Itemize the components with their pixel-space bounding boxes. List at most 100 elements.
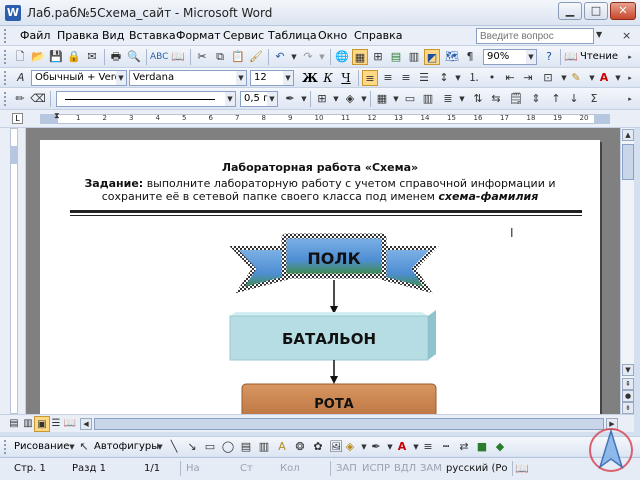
- autosum-icon[interactable]: Σ: [586, 91, 602, 107]
- align-left-icon[interactable]: ≡: [362, 70, 378, 86]
- zoom-select[interactable]: 90% ▼: [483, 49, 537, 65]
- zoom-dropdown-icon[interactable]: ▼: [526, 50, 536, 64]
- browse-object-button[interactable]: ●: [622, 390, 634, 402]
- show-formatting-icon[interactable]: ¶: [462, 49, 478, 65]
- document-area[interactable]: Лабораторная работа «Схема» Задание: вып…: [26, 128, 620, 414]
- numbering-icon[interactable]: ⒈: [466, 70, 482, 86]
- horizontal-ruler[interactable]: L ⧗ 1 2 3 4 5 6 7 8 9 10 11 12 13 14 15 16 17 18 19 20: [0, 110, 640, 128]
- menu-help[interactable]: Справка: [354, 29, 402, 42]
- indent-marker-icon[interactable]: ⧗: [54, 111, 60, 121]
- reading-view-icon[interactable]: 📖: [62, 416, 78, 432]
- underline-button[interactable]: Ч: [338, 70, 354, 86]
- drawing-menu-button[interactable]: Рисование: [14, 441, 69, 452]
- help-icon[interactable]: ?: [541, 49, 557, 65]
- line-tool-icon[interactable]: ╲: [166, 439, 182, 455]
- align-center-icon[interactable]: ≡: [380, 70, 396, 86]
- font-select[interactable]: Verdana ▼: [129, 70, 247, 86]
- line-weight-dropdown-icon[interactable]: ▼: [267, 92, 277, 106]
- shadow-style-icon[interactable]: ■: [474, 439, 490, 455]
- table-autoformat-icon[interactable]: 🗒: [508, 91, 524, 107]
- font-dropdown-icon[interactable]: ▼: [236, 71, 246, 85]
- document-map-icon[interactable]: 🗺: [444, 49, 460, 65]
- menu-grip[interactable]: [4, 29, 7, 43]
- hyperlink-icon[interactable]: 🌐: [334, 49, 350, 65]
- tab-selector[interactable]: L: [12, 113, 23, 124]
- toolbar-options-icon[interactable]: ▸: [622, 49, 638, 65]
- draw-table-icon[interactable]: ✏: [12, 91, 28, 107]
- open-folder-icon[interactable]: 📂: [30, 49, 46, 65]
- research-icon[interactable]: 📖: [170, 49, 186, 65]
- vertical-scrollbar[interactable]: ▲ ▼ ⇞ ● ⇟: [620, 128, 634, 414]
- italic-button[interactable]: К: [320, 70, 336, 86]
- spelling-icon[interactable]: ABC: [150, 49, 168, 65]
- close-window-button[interactable]: ✕: [610, 2, 636, 20]
- distribute-rows-icon[interactable]: ⇅: [470, 91, 486, 107]
- record-macro-indicator[interactable]: ЗАП: [336, 463, 357, 474]
- overtype-indicator[interactable]: ЗАМ: [420, 463, 442, 474]
- track-changes-indicator[interactable]: ИСПР: [362, 463, 390, 474]
- email-icon[interactable]: ✉: [84, 49, 100, 65]
- menu-insert[interactable]: Вставка: [129, 29, 176, 42]
- close-document-button[interactable]: ×: [622, 29, 631, 42]
- distribute-columns-icon[interactable]: ⇆: [488, 91, 504, 107]
- menu-table[interactable]: Таблица: [268, 29, 317, 42]
- align-cell-dropdown-icon[interactable]: ▼: [454, 91, 470, 107]
- arrow-style-icon[interactable]: ⇄: [456, 439, 472, 455]
- formatting-options-icon[interactable]: ▸: [622, 70, 638, 86]
- word-app-icon[interactable]: W: [5, 5, 21, 21]
- new-document-icon[interactable]: 🗋: [12, 49, 28, 65]
- scroll-left-button[interactable]: ◀: [80, 418, 92, 430]
- previous-page-button[interactable]: ⇞: [622, 378, 634, 390]
- menu-edit[interactable]: Правка: [57, 29, 99, 42]
- formatting-toolbar-grip[interactable]: [4, 71, 7, 85]
- horizontal-scrollbar[interactable]: ▤ ▥ ▣ ☰ 📖 ◀ ▶: [0, 414, 634, 432]
- ask-question-input[interactable]: [476, 28, 594, 44]
- eraser-icon[interactable]: ⌫: [30, 91, 46, 107]
- minimize-button[interactable]: ▁: [558, 2, 582, 20]
- maximize-button[interactable]: □: [584, 2, 608, 20]
- dash-style-icon[interactable]: ┅: [438, 439, 454, 455]
- scroll-up-button[interactable]: ▲: [622, 129, 634, 141]
- insert-excel-icon[interactable]: ▤: [388, 49, 404, 65]
- save-icon[interactable]: 💾: [48, 49, 64, 65]
- drawing-toolbar-grip[interactable]: [4, 440, 7, 454]
- diagram-icon[interactable]: ❂: [292, 439, 308, 455]
- format-painter-icon[interactable]: 🖌: [248, 49, 264, 65]
- font-size-dropdown-icon[interactable]: ▼: [283, 71, 293, 85]
- text-direction-icon[interactable]: ⇕: [528, 91, 544, 107]
- highlight-icon[interactable]: ✎: [568, 70, 584, 86]
- rectangle-tool-icon[interactable]: ▭: [202, 439, 218, 455]
- 3d-style-icon[interactable]: ◆: [492, 439, 508, 455]
- vertical-textbox-icon[interactable]: ▥: [256, 439, 272, 455]
- print-preview-icon[interactable]: 🔍: [126, 49, 142, 65]
- menu-window[interactable]: Окно: [318, 29, 347, 42]
- menu-tools[interactable]: Сервис: [223, 29, 264, 42]
- drawing-toolbar-icon[interactable]: ◩: [424, 49, 440, 65]
- line-spacing-dropdown-icon[interactable]: ▼: [450, 70, 466, 86]
- styles-pane-icon[interactable]: 𝐴: [12, 70, 28, 86]
- line-weight-select[interactable]: 0,5 п ▼: [240, 91, 278, 107]
- vertical-ruler[interactable]: [0, 128, 26, 414]
- style-dropdown-icon[interactable]: ▼: [116, 71, 126, 85]
- decrease-indent-icon[interactable]: ⇤: [502, 70, 518, 86]
- split-cells-icon[interactable]: ▥: [420, 91, 436, 107]
- oval-tool-icon[interactable]: ◯: [220, 439, 236, 455]
- insert-table-icon[interactable]: ⊞: [370, 49, 386, 65]
- scroll-down-button[interactable]: ▼: [622, 364, 634, 376]
- tables-toolbar-grip[interactable]: [4, 92, 7, 106]
- bullets-icon[interactable]: •: [484, 70, 500, 86]
- increase-indent-icon[interactable]: ⇥: [520, 70, 536, 86]
- menu-view[interactable]: Вид: [102, 29, 124, 42]
- bold-button[interactable]: Ж: [302, 70, 318, 86]
- spelling-status-icon[interactable]: 📖: [514, 461, 530, 477]
- wordart-icon[interactable]: A: [274, 439, 290, 455]
- next-page-button[interactable]: ⇟: [622, 402, 634, 414]
- merge-cells-icon[interactable]: ▭: [402, 91, 418, 107]
- sort-descending-icon[interactable]: ↓: [566, 91, 582, 107]
- font-size-select[interactable]: 12 ▼: [250, 70, 294, 86]
- border-icon[interactable]: ⊡: [540, 70, 556, 86]
- textbox-tool-icon[interactable]: ▤: [238, 439, 254, 455]
- copy-icon[interactable]: ⧉: [212, 49, 228, 65]
- ask-dropdown-icon[interactable]: ▼: [596, 30, 602, 39]
- paste-icon[interactable]: 📋: [230, 49, 246, 65]
